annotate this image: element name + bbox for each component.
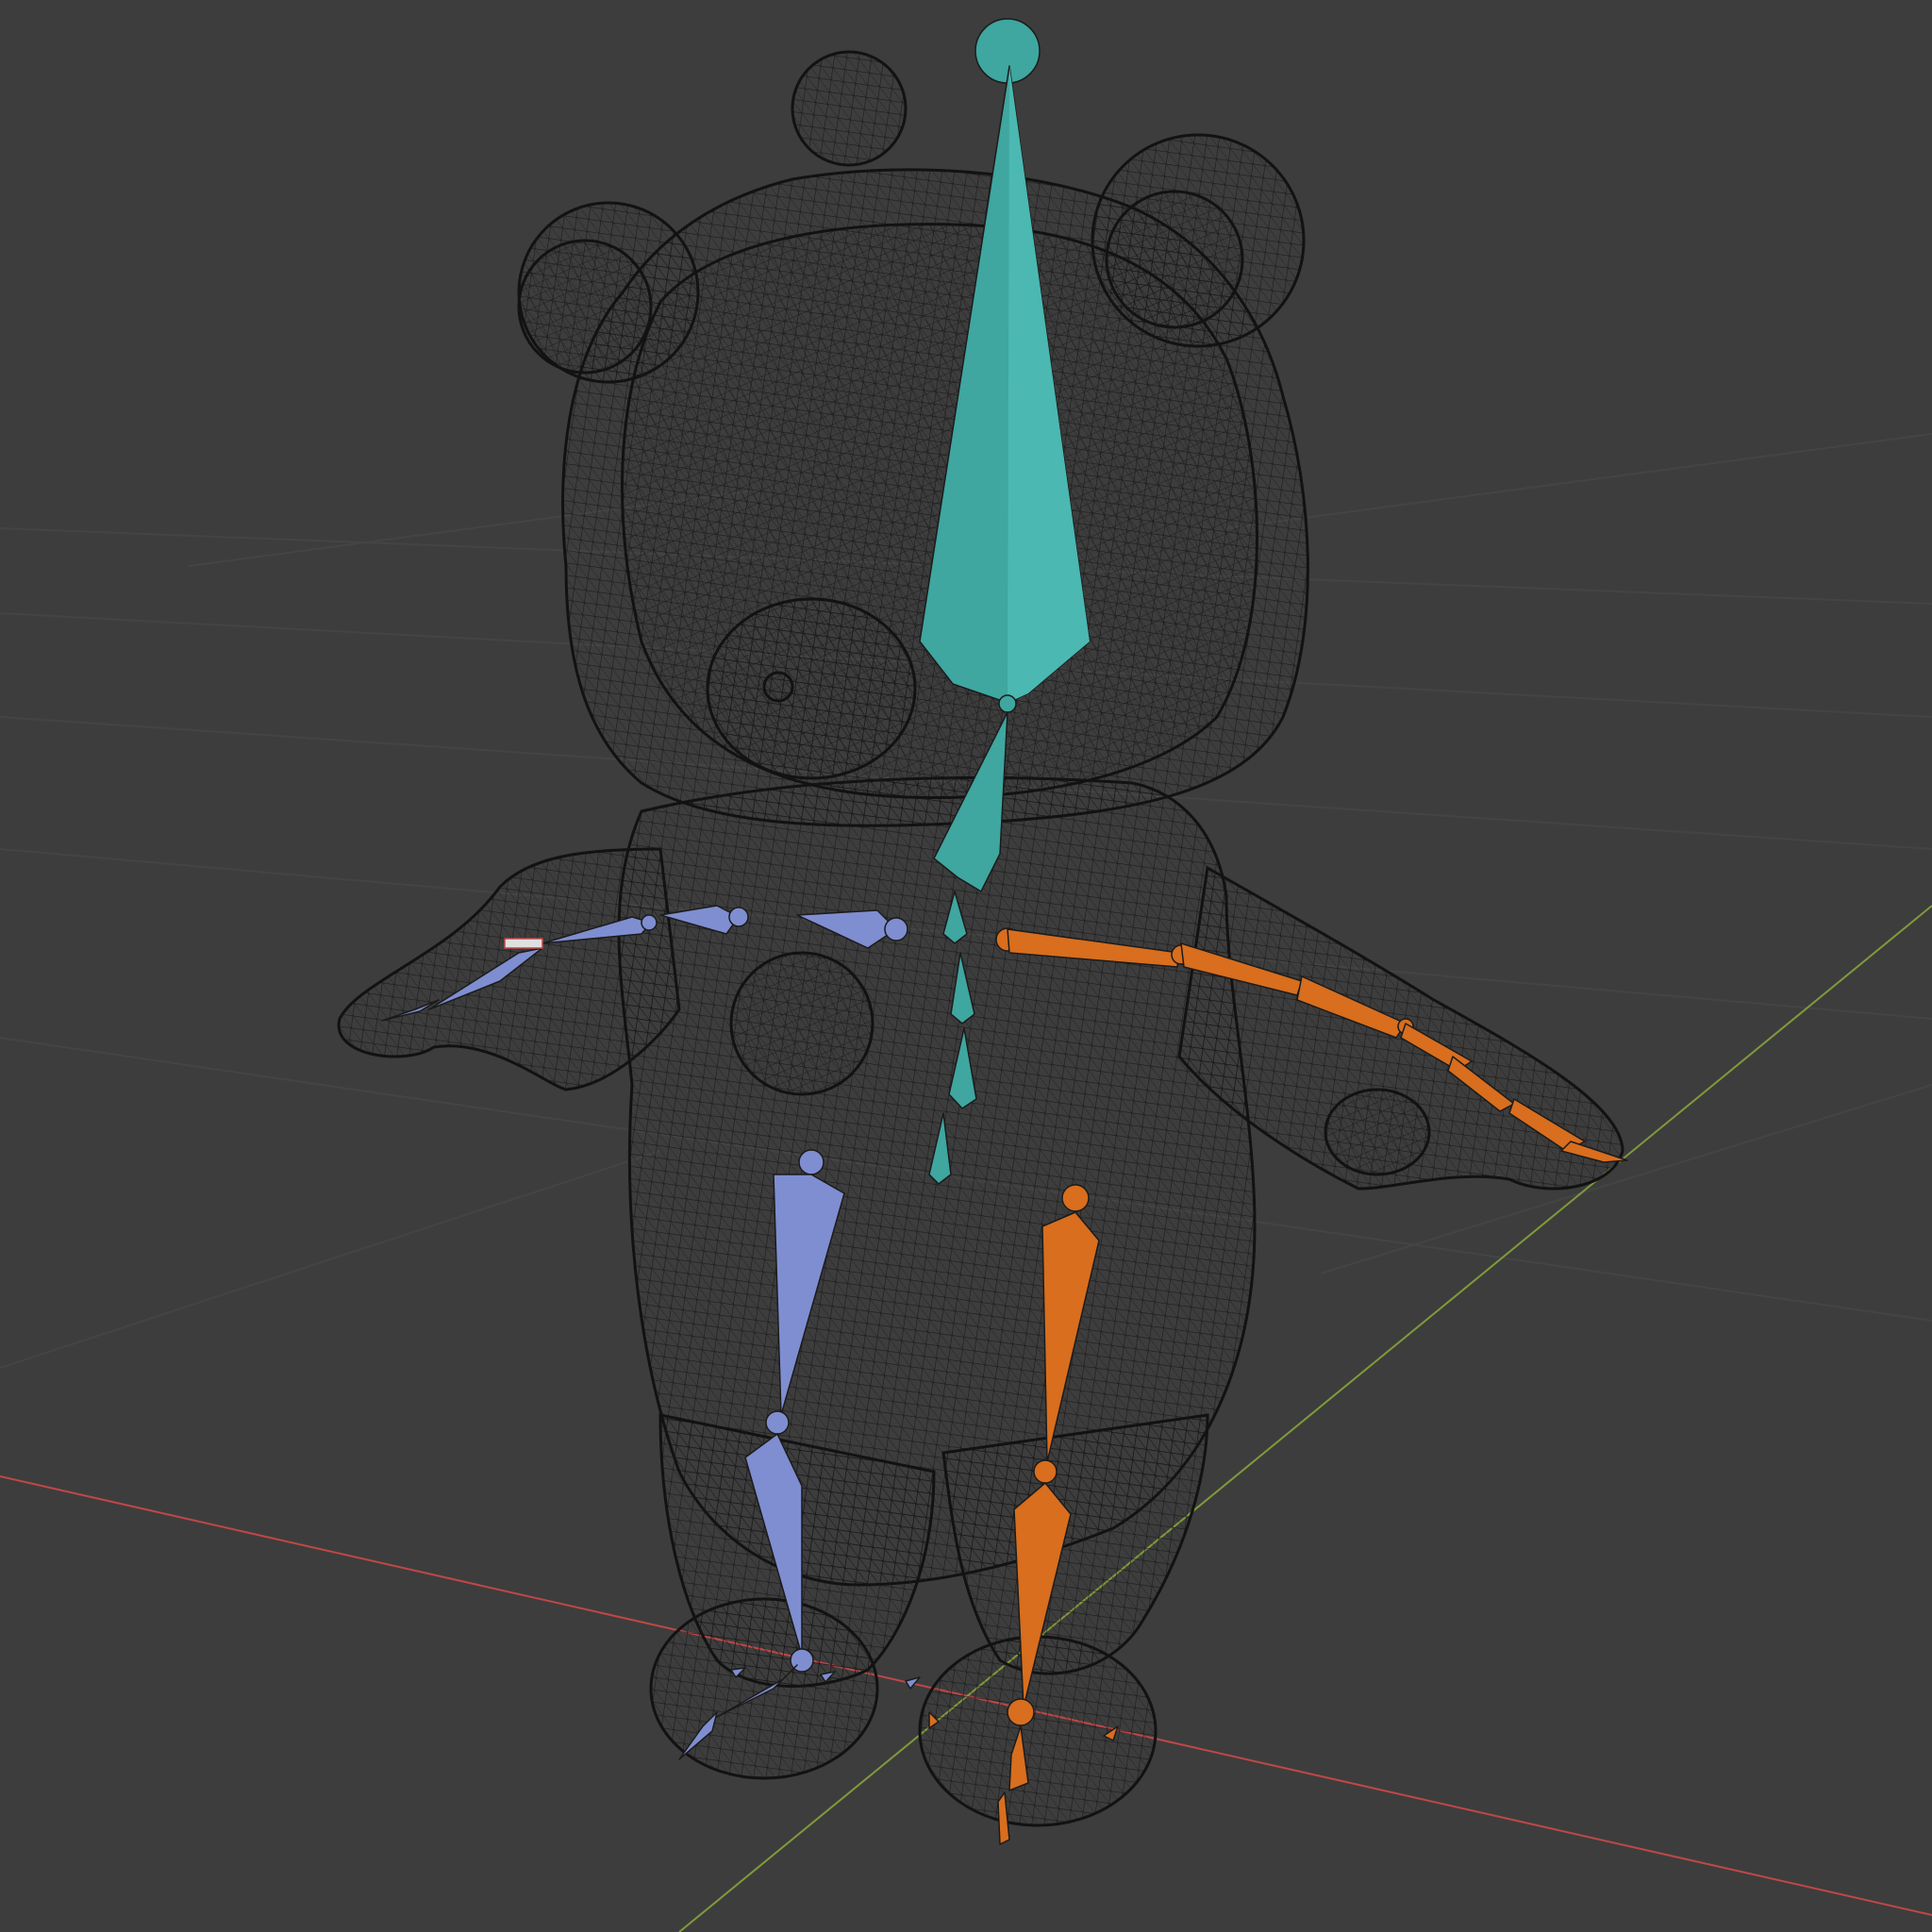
bear-belly	[729, 951, 874, 1096]
left-wrist-joint[interactable]	[641, 914, 658, 931]
left-selected-bone-marker[interactable]	[504, 938, 543, 949]
bear-top-knob	[791, 50, 908, 167]
bear-right-leg	[941, 1413, 1209, 1675]
bear-right-paw	[1324, 1088, 1431, 1176]
right-ankle-joint[interactable]	[1007, 1698, 1035, 1726]
left-hip-joint[interactable]	[798, 1149, 824, 1175]
3d-viewport[interactable]	[0, 0, 1932, 1932]
head-bone-tail-joint[interactable]	[974, 18, 1041, 84]
left-elbow-joint[interactable]	[728, 907, 749, 927]
left-knee-joint[interactable]	[765, 1410, 790, 1435]
left-shoulder-joint[interactable]	[884, 917, 908, 941]
bear-right-foot	[918, 1635, 1158, 1827]
bear-snout	[706, 597, 917, 780]
right-hip-joint[interactable]	[1061, 1184, 1090, 1212]
left-heel-bone-3	[905, 1676, 921, 1690]
neck-joint[interactable]	[998, 694, 1017, 713]
right-knee-joint[interactable]	[1033, 1459, 1058, 1484]
